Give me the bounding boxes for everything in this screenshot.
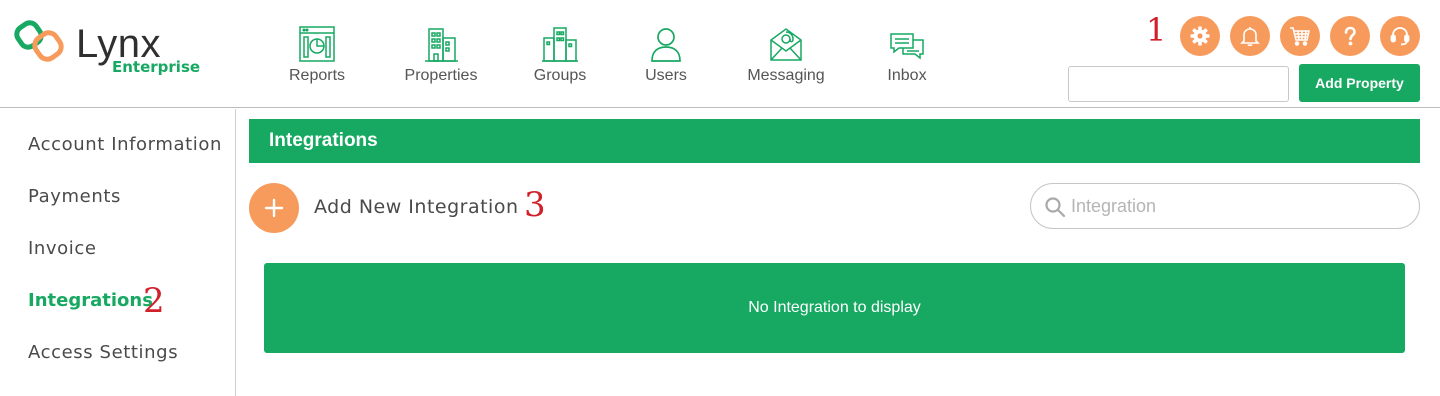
settings-sidebar: Account Information Payments Invoice Int… <box>0 109 236 396</box>
settings-button[interactable] <box>1180 16 1220 56</box>
cart-icon <box>1290 27 1310 46</box>
add-integration-button[interactable] <box>249 183 299 233</box>
bell-icon <box>1240 27 1260 47</box>
empty-state-banner: No Integration to display <box>264 263 1405 353</box>
header-input[interactable] <box>1068 66 1289 102</box>
sidebar-item-access-settings[interactable]: Access Settings <box>28 342 178 364</box>
support-button[interactable] <box>1380 16 1420 56</box>
sidebar-item-invoice[interactable]: Invoice <box>28 238 97 260</box>
gear-icon <box>1190 26 1210 46</box>
top-header: Lynx Enterprise Reports Properties Group… <box>0 0 1440 108</box>
lynx-logo[interactable]: Lynx Enterprise <box>14 18 204 78</box>
nav-label: Properties <box>404 67 478 84</box>
nav-reports[interactable]: Reports <box>262 24 372 86</box>
properties-icon <box>425 28 458 62</box>
annotation-marker-1: 1 <box>1146 11 1167 49</box>
nav-label: Inbox <box>887 67 927 84</box>
help-icon <box>1344 26 1356 46</box>
sidebar-item-account-information[interactable]: Account Information <box>28 134 222 156</box>
messaging-icon <box>770 28 802 61</box>
users-icon <box>651 28 681 62</box>
annotation-marker-2: 2 <box>143 281 165 321</box>
lynx-logo-mark-icon <box>14 20 64 62</box>
nav-label: Messaging <box>747 67 825 84</box>
annotation-marker-3: 3 <box>524 185 546 225</box>
search-input[interactable] <box>1071 192 1401 220</box>
help-button[interactable] <box>1330 16 1370 56</box>
nav-properties[interactable]: Properties <box>386 24 496 86</box>
reports-icon <box>299 26 335 62</box>
sidebar-item-payments[interactable]: Payments <box>28 186 121 208</box>
notifications-button[interactable] <box>1230 16 1270 56</box>
inbox-icon <box>890 33 924 60</box>
integration-search <box>1030 183 1420 229</box>
page-title: Integrations <box>269 130 378 151</box>
nav-groups[interactable]: Groups <box>505 24 615 86</box>
cart-button[interactable] <box>1280 16 1320 56</box>
nav-label: Groups <box>533 67 587 84</box>
groups-icon <box>542 27 578 62</box>
nav-label: Users <box>645 67 687 84</box>
integrations-panel-header: Integrations <box>249 119 1420 163</box>
sidebar-item-integrations[interactable]: Integrations <box>28 290 153 312</box>
plus-icon <box>264 198 284 218</box>
support-headset-icon <box>1390 27 1410 46</box>
empty-state-text: No Integration to display <box>748 299 921 316</box>
nav-messaging[interactable]: Messaging <box>731 24 841 86</box>
nav-inbox[interactable]: Inbox <box>852 24 962 86</box>
nav-users[interactable]: Users <box>611 24 721 86</box>
add-new-integration-label[interactable]: Add New Integration <box>314 196 519 218</box>
logo-edition: Enterprise <box>112 58 201 76</box>
add-property-button[interactable]: Add Property <box>1299 64 1420 102</box>
nav-label: Reports <box>288 67 346 84</box>
search-icon <box>1045 197 1066 218</box>
